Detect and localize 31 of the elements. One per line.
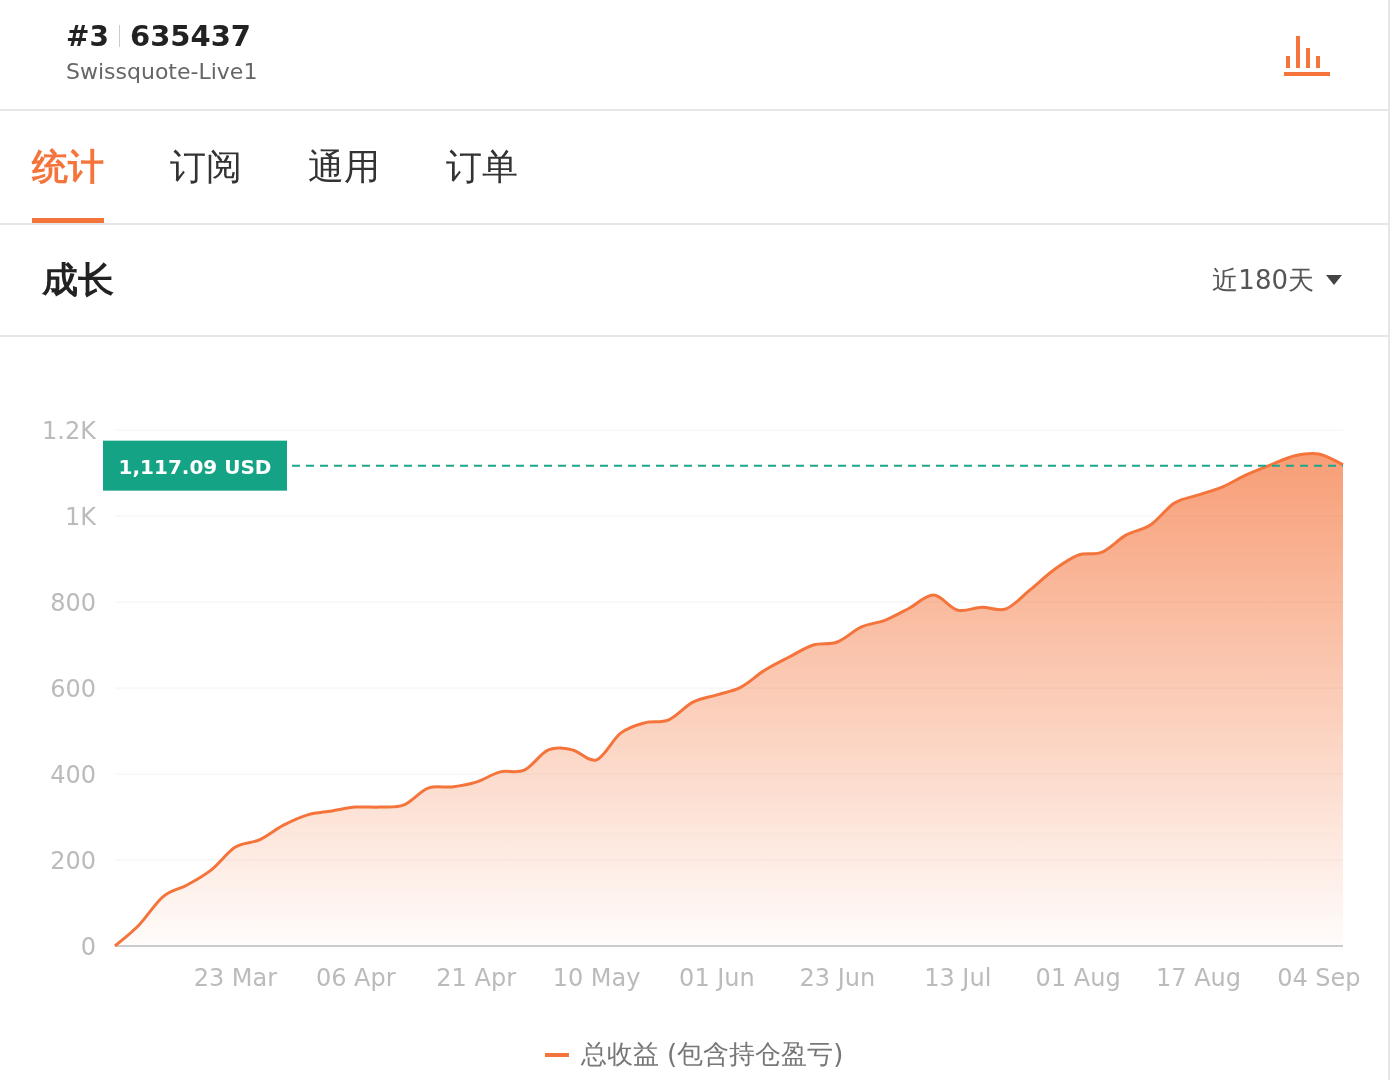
- axis-label: 1.2K: [42, 417, 96, 445]
- axis-label: 1K: [65, 503, 96, 531]
- axis-label: 21 Apr: [436, 964, 516, 992]
- axis-label: 400: [50, 761, 96, 789]
- axis-label: 17 Aug: [1156, 964, 1242, 992]
- axis-label: 06 Apr: [315, 964, 396, 992]
- section-title: 成长: [42, 257, 114, 302]
- server-name: Swissquote-Live1: [66, 59, 258, 84]
- legend-label: 总收益 (包含持仓盈亏): [580, 1038, 844, 1071]
- bar-chart-icon[interactable]: [1284, 33, 1330, 76]
- legend-swatch: [544, 1052, 569, 1057]
- rank-label: #3: [66, 19, 109, 53]
- tab[interactable]: 订单: [446, 111, 518, 223]
- axis-label: 200: [50, 847, 96, 875]
- axis-label: 0: [80, 933, 96, 961]
- axis-label: 01 Aug: [1035, 964, 1121, 992]
- axis-label: 04 Sep: [1277, 964, 1361, 992]
- range-dropdown[interactable]: 近180天: [1212, 262, 1342, 298]
- account-number: 635437: [129, 19, 252, 53]
- axis-label: 10 May: [552, 964, 641, 992]
- axis-label: 600: [50, 675, 96, 703]
- axis-label: 23 Mar: [193, 964, 278, 992]
- axis-label: 800: [50, 589, 96, 617]
- caret-icon: [1326, 275, 1342, 285]
- axis-label: 13 Jul: [924, 964, 992, 992]
- axis-label: 01 Jun: [679, 964, 755, 992]
- axis-label: 23 Jun: [799, 964, 876, 992]
- tab[interactable]: 订阅: [170, 111, 242, 223]
- tab[interactable]: 通用: [308, 111, 380, 223]
- value-tag: 1,117.09 USD: [103, 440, 287, 491]
- ref-line-label: 1,117.09 USD: [118, 454, 272, 479]
